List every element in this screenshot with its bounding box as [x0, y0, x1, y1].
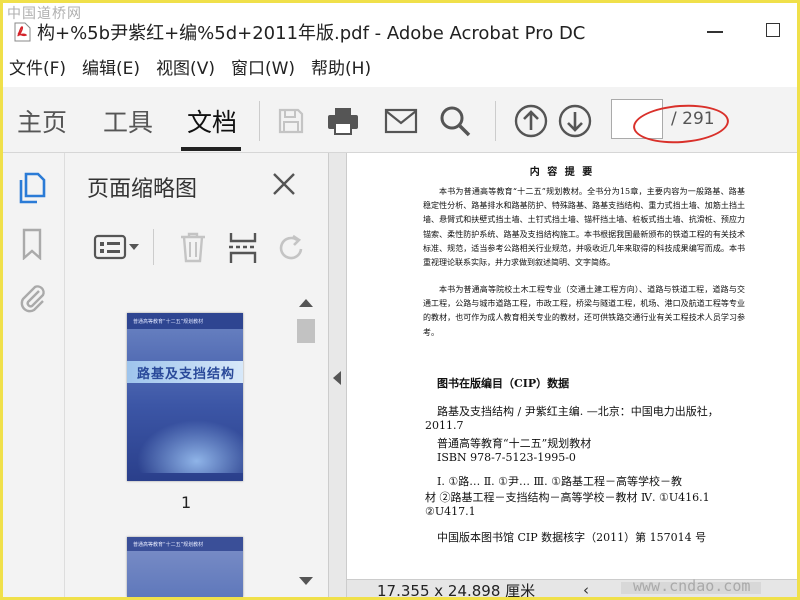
cover-title: 路基及支挡结构: [137, 367, 236, 382]
page-thumbnail-2[interactable]: 普通高等教育“十二五”规划教材: [127, 537, 243, 597]
doc-summary-paragraph: 本书为普通高等教育“十二五”规划教材。全书分为15章，主要内容为一般路基、路基稳…: [423, 187, 745, 268]
cover-header: 普通高等教育“十二五”规划教材: [127, 313, 243, 329]
minimize-button[interactable]: [707, 31, 723, 33]
close-icon[interactable]: [271, 171, 297, 197]
page-thumbnails-panel: 页面缩略图 普通高等教育“十二五”规划教材 路基及支挡结构 1 普通高等教育“十…: [65, 153, 329, 597]
panel-toolbar-divider: [153, 229, 154, 265]
delete-icon[interactable]: [177, 231, 209, 263]
panel-toolbar: [85, 229, 315, 265]
cip-line: 材 ②路基工程－支挡结构－高等学校－教材 Ⅳ. ①U416.1: [425, 491, 710, 504]
scroll-up-arrow-icon[interactable]: [299, 299, 313, 307]
panel-collapse-handle[interactable]: [329, 153, 347, 597]
cip-line: Ⅰ. ①路… Ⅱ. ①尹… Ⅲ. ①路基工程－高等学校－教: [437, 475, 682, 488]
tab-tools[interactable]: 工具: [103, 103, 153, 139]
maximize-button[interactable]: [766, 23, 780, 37]
active-tab-indicator: [181, 147, 241, 151]
title-bar: 中国道桥网 构+%5b尹紫红+编%5d+2011年版.pdf - Adobe A…: [3, 3, 797, 53]
cip-line: 2011.7: [425, 419, 464, 432]
collapse-arrow-icon[interactable]: [333, 371, 341, 385]
search-icon[interactable]: [435, 101, 475, 141]
thumbnails-scrollbar[interactable]: [295, 293, 317, 597]
navigation-rail: [3, 153, 65, 597]
document-page: 内 容 提 要 本书为普通高等教育“十二五”规划教材。全书分为15章，主要内容为…: [347, 153, 797, 579]
page-size-readout: 17.355 x 24.898 厘米: [377, 582, 536, 600]
rotate-icon[interactable]: [277, 233, 307, 263]
scroll-down-arrow-icon[interactable]: [299, 577, 313, 585]
cip-line: 中国版本图书馆 CIP 数据核字（2011）第 157014 号: [437, 531, 707, 544]
menu-bar: 文件(F) 编辑(E) 视图(V) 窗口(W) 帮助(H): [3, 55, 797, 85]
menu-file[interactable]: 文件(F): [3, 55, 74, 85]
prev-page-icon[interactable]: [511, 101, 551, 141]
cip-line: ISBN 978-7-5123-1995-0: [437, 451, 576, 464]
menu-window[interactable]: 窗口(W): [223, 55, 303, 85]
menu-view[interactable]: 视图(V): [148, 55, 223, 85]
print-icon[interactable]: [323, 101, 363, 141]
next-page-icon[interactable]: [555, 101, 595, 141]
tab-home[interactable]: 主页: [17, 103, 67, 139]
doc-summary-paragraph: 本书为普通高等院校土木工程专业（交通土建工程方向）、道路与铁道工程，道路与交通工…: [423, 285, 745, 337]
tab-document[interactable]: 文档: [187, 103, 237, 139]
doc-heading: 内 容 提 要: [529, 167, 595, 178]
cip-title: 图书在版编目（CIP）数据: [437, 377, 570, 390]
page-thumbnails-icon[interactable]: [15, 171, 49, 205]
scrollbar-thumb[interactable]: [297, 319, 315, 343]
cover-header: 普通高等教育“十二五”规划教材: [127, 537, 243, 551]
page-thumbnail-label: 1: [181, 493, 192, 512]
app-window: 中国道桥网 构+%5b尹紫红+编%5d+2011年版.pdf - Adobe A…: [0, 0, 800, 600]
mail-icon[interactable]: [381, 101, 421, 141]
cip-line: 路基及支挡结构 / 尹紫红主编. —北京：中国电力出版社，: [437, 405, 719, 418]
bookmark-icon[interactable]: [15, 227, 49, 261]
attachment-icon[interactable]: [15, 281, 49, 315]
toolbar: 主页 工具 文档 / 291: [3, 87, 797, 153]
panel-title: 页面缩略图: [87, 177, 198, 202]
menu-help[interactable]: 帮助(H): [303, 55, 379, 85]
page-thumbnail-1[interactable]: 普通高等教育“十二五”规划教材 路基及支挡结构: [127, 313, 243, 481]
cover-artwork: [127, 413, 243, 473]
watermark-bottom: www.cndao.com: [633, 577, 751, 595]
window-title: 构+%5b尹紫红+编%5d+2011年版.pdf - Adobe Acrobat…: [37, 23, 586, 44]
menu-edit[interactable]: 编辑(E): [74, 55, 148, 85]
toolbar-divider: [495, 101, 496, 141]
pdf-file-icon: [14, 22, 31, 42]
cip-line: 普通高等教育“十二五”规划教材: [437, 437, 592, 450]
options-menu-icon[interactable]: [93, 233, 139, 261]
save-icon[interactable]: [271, 101, 311, 141]
toolbar-divider: [259, 101, 260, 141]
cip-line: ②U417.1: [425, 505, 476, 518]
scroll-left-icon[interactable]: ‹: [583, 581, 589, 597]
insert-page-icon[interactable]: [227, 231, 259, 265]
